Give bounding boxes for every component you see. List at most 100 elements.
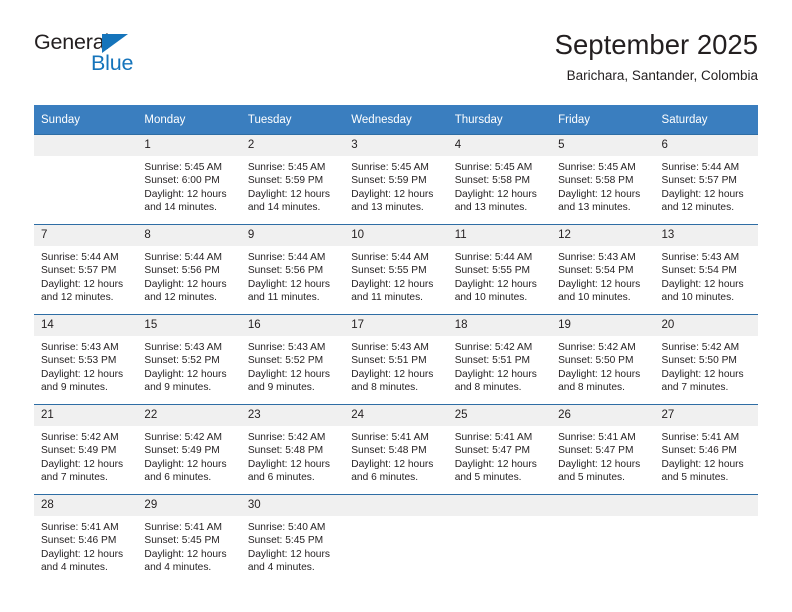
calendar-day-cell[interactable]: 5 Sunrise: 5:45 AM Sunset: 5:58 PM Daylight… <box>551 134 655 225</box>
day-detail-line: and 13 minutes. <box>454 202 528 214</box>
calendar-day-cell[interactable]: 26 Sunrise: 5:41 AM Sunset: 5:47 PM Dayligh… <box>551 404 655 495</box>
calendar-day-cell[interactable]: 6 Sunrise: 5:44 AM Sunset: 5:57 PM Daylight… <box>654 134 758 225</box>
day-detail-line: Daylight: 12 hours <box>247 548 330 560</box>
day-detail-line: Daylight: 12 hours <box>351 188 434 200</box>
day-detail-line: Daylight: 12 hours <box>558 188 641 200</box>
day-detail-line: and 5 minutes. <box>558 472 625 484</box>
logo-text-blue: Blue <box>91 51 134 75</box>
day-details: Sunrise: 5:41 AM Sunset: 5:45 PM Daylight:… <box>137 516 240 575</box>
day-detail-line: Daylight: 12 hours <box>351 458 434 470</box>
day-details: Sunrise: 5:45 AM Sunset: 5:58 PM Daylight:… <box>448 156 551 215</box>
day-detail-line: and 4 minutes. <box>41 562 108 574</box>
day-detail-line: Daylight: 12 hours <box>247 458 330 470</box>
day-detail-line: Sunrise: 5:43 AM <box>144 342 223 353</box>
weekday-header-row: Sunday Monday Tuesday Wednesday Thursday… <box>34 105 758 135</box>
calendar-day-cell[interactable]: 17 Sunrise: 5:43 AM Sunset: 5:51 PM Dayligh… <box>344 314 448 405</box>
day-details: Sunrise: 5:43 AM Sunset: 5:51 PM Daylight:… <box>344 336 447 395</box>
calendar-day-cell-empty <box>344 494 448 584</box>
day-detail-line: Sunset: 5:58 PM <box>454 175 531 187</box>
calendar-day-cell[interactable]: 8 Sunrise: 5:44 AM Sunset: 5:56 PM Daylight… <box>137 224 241 315</box>
calendar-day-cell[interactable]: 15 Sunrise: 5:43 AM Sunset: 5:52 PM Dayligh… <box>137 314 241 405</box>
calendar-day-cell[interactable]: 24 Sunrise: 5:41 AM Sunset: 5:48 PM Dayligh… <box>344 404 448 495</box>
calendar-day-cell[interactable]: 9 Sunrise: 5:44 AM Sunset: 5:56 PM Daylight… <box>240 224 345 315</box>
calendar-day-cell[interactable]: 29 Sunrise: 5:41 AM Sunset: 5:45 PM Dayligh… <box>137 494 241 584</box>
day-detail-line: Sunset: 5:47 PM <box>558 445 634 457</box>
day-detail-line: Sunset: 5:46 PM <box>661 445 737 457</box>
calendar-week-row: 1 Sunrise: 5:45 AM Sunset: 6:00 PM Daylight… <box>34 134 758 225</box>
day-details: Sunrise: 5:43 AM Sunset: 5:52 PM Daylight:… <box>241 336 344 395</box>
day-number: 6 <box>654 135 758 156</box>
calendar-day-cell[interactable]: 25 Sunrise: 5:41 AM Sunset: 5:47 PM Dayligh… <box>447 404 552 495</box>
day-detail-line: Sunrise: 5:45 AM <box>247 162 326 173</box>
day-number: 3 <box>344 135 448 156</box>
day-detail-line: and 10 minutes. <box>454 292 528 304</box>
day-detail-line: and 7 minutes. <box>661 382 729 394</box>
day-detail-line: Daylight: 12 hours <box>661 458 744 470</box>
day-number: 26 <box>551 405 655 426</box>
calendar-day-cell[interactable]: 19 Sunrise: 5:42 AM Sunset: 5:50 PM Dayligh… <box>551 314 655 405</box>
day-detail-line: Sunset: 6:00 PM <box>144 175 220 187</box>
day-detail-line: Daylight: 12 hours <box>144 188 227 200</box>
calendar-day-cell[interactable]: 1 Sunrise: 5:45 AM Sunset: 6:00 PM Daylight… <box>137 134 241 225</box>
calendar-day-cell[interactable]: 21 Sunrise: 5:42 AM Sunset: 5:49 PM Dayligh… <box>34 404 138 495</box>
day-detail-line: Sunrise: 5:44 AM <box>247 252 326 263</box>
day-details: Sunrise: 5:41 AM Sunset: 5:48 PM Daylight:… <box>344 426 447 485</box>
calendar-week-row: 14 Sunrise: 5:43 AM Sunset: 5:53 PM Dayligh… <box>34 314 758 405</box>
day-number: 29 <box>137 495 241 516</box>
day-detail-line: Daylight: 12 hours <box>661 278 744 290</box>
calendar-day-cell[interactable]: 16 Sunrise: 5:43 AM Sunset: 5:52 PM Dayligh… <box>240 314 345 405</box>
day-details: Sunrise: 5:43 AM Sunset: 5:53 PM Daylight:… <box>34 336 137 395</box>
day-detail-line: Sunset: 5:51 PM <box>351 355 427 367</box>
page-header: General Blue September 2025 Barichara, S… <box>34 29 758 92</box>
calendar-day-cell[interactable]: 18 Sunrise: 5:42 AM Sunset: 5:51 PM Dayligh… <box>447 314 552 405</box>
calendar-day-cell[interactable]: 20 Sunrise: 5:42 AM Sunset: 5:50 PM Dayligh… <box>654 314 758 405</box>
day-detail-line: Sunrise: 5:45 AM <box>351 162 429 173</box>
day-detail-line: Sunset: 5:51 PM <box>454 355 531 367</box>
calendar-day-cell[interactable]: 27 Sunrise: 5:41 AM Sunset: 5:46 PM Dayligh… <box>654 404 758 495</box>
day-number: 7 <box>34 225 138 246</box>
day-number <box>447 495 552 516</box>
calendar-body: 1 Sunrise: 5:45 AM Sunset: 6:00 PM Daylight… <box>34 134 758 584</box>
calendar-day-cell-empty <box>551 494 655 584</box>
calendar-day-cell[interactable]: 3 Sunrise: 5:45 AM Sunset: 5:59 PM Daylight… <box>344 134 448 225</box>
day-detail-line: Daylight: 12 hours <box>661 188 744 200</box>
day-detail-line: and 5 minutes. <box>454 472 522 484</box>
calendar-day-cell[interactable]: 13 Sunrise: 5:43 AM Sunset: 5:54 PM Dayligh… <box>654 224 758 315</box>
day-detail-line: Sunrise: 5:45 AM <box>454 162 533 173</box>
day-detail-line: and 14 minutes. <box>247 202 321 214</box>
calendar-day-cell[interactable]: 2 Sunrise: 5:45 AM Sunset: 5:59 PM Daylight… <box>240 134 345 225</box>
calendar-day-cell[interactable]: 10 Sunrise: 5:44 AM Sunset: 5:55 PM Dayligh… <box>344 224 448 315</box>
calendar-day-cell[interactable]: 30 Sunrise: 5:40 AM Sunset: 5:45 PM Dayligh… <box>240 494 345 584</box>
weekday-header-wednesday: Wednesday <box>344 105 448 135</box>
day-detail-line: Sunrise: 5:41 AM <box>144 522 223 533</box>
day-detail-line: Sunset: 5:47 PM <box>454 445 531 457</box>
day-number: 13 <box>654 225 758 246</box>
day-detail-line: and 14 minutes. <box>144 202 217 214</box>
calendar-day-cell[interactable]: 11 Sunrise: 5:44 AM Sunset: 5:55 PM Dayligh… <box>447 224 552 315</box>
day-detail-line: Sunset: 5:54 PM <box>558 265 634 277</box>
day-details: Sunrise: 5:45 AM Sunset: 5:59 PM Daylight:… <box>344 156 447 215</box>
day-detail-line: Sunrise: 5:45 AM <box>144 162 223 173</box>
day-detail-line: Daylight: 12 hours <box>144 368 227 380</box>
day-number: 12 <box>551 225 655 246</box>
calendar-day-cell[interactable]: 28 Sunrise: 5:41 AM Sunset: 5:46 PM Dayligh… <box>34 494 138 584</box>
day-detail-line: Sunrise: 5:44 AM <box>144 252 223 263</box>
day-detail-line: Sunset: 5:45 PM <box>144 535 220 547</box>
day-detail-line: Daylight: 12 hours <box>41 278 124 290</box>
day-detail-line: Sunrise: 5:43 AM <box>661 252 740 263</box>
day-detail-line: Sunset: 5:45 PM <box>247 535 324 547</box>
day-detail-line: and 10 minutes. <box>558 292 631 304</box>
calendar-day-cell[interactable]: 23 Sunrise: 5:42 AM Sunset: 5:48 PM Dayligh… <box>240 404 345 495</box>
calendar-day-cell[interactable]: 7 Sunrise: 5:44 AM Sunset: 5:57 PM Daylight… <box>34 224 138 315</box>
calendar-week-row: 21 Sunrise: 5:42 AM Sunset: 5:49 PM Dayligh… <box>34 404 758 495</box>
calendar-day-cell[interactable]: 22 Sunrise: 5:42 AM Sunset: 5:49 PM Dayligh… <box>137 404 241 495</box>
calendar-day-cell[interactable]: 12 Sunrise: 5:43 AM Sunset: 5:54 PM Dayligh… <box>551 224 655 315</box>
weekday-header-tuesday: Tuesday <box>240 105 345 135</box>
day-detail-line: and 9 minutes. <box>247 382 315 394</box>
day-detail-line: Daylight: 12 hours <box>454 188 537 200</box>
calendar-day-cell[interactable]: 14 Sunrise: 5:43 AM Sunset: 5:53 PM Dayligh… <box>34 314 138 405</box>
page-subtitle: Barichara, Santander, Colombia <box>566 68 758 84</box>
calendar-day-cell-empty <box>654 494 758 584</box>
day-detail-line: Sunrise: 5:42 AM <box>454 342 533 353</box>
calendar-day-cell[interactable]: 4 Sunrise: 5:45 AM Sunset: 5:58 PM Daylight… <box>447 134 552 225</box>
